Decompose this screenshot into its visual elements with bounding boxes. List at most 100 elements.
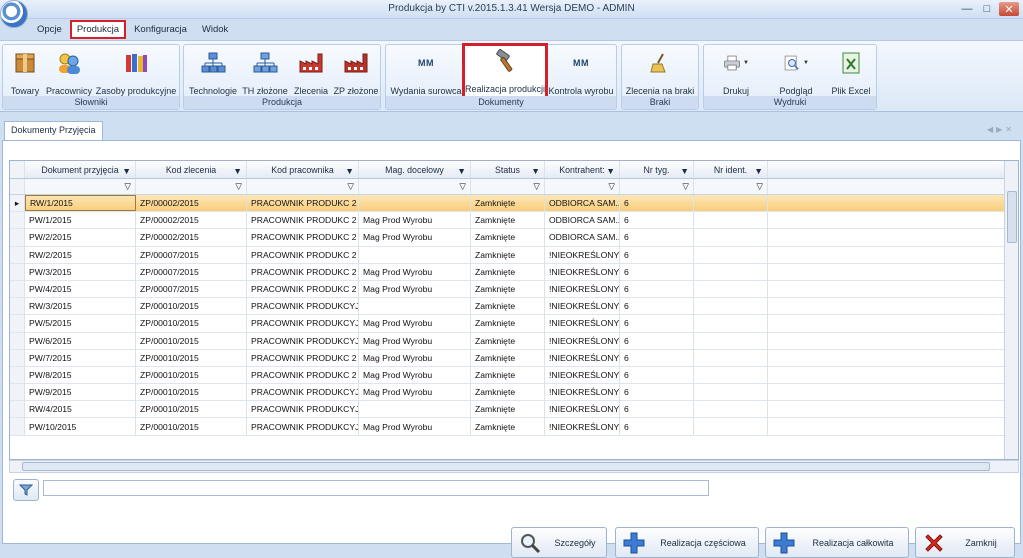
table-cell[interactable]: 6 — [620, 366, 694, 384]
maximize-button[interactable]: □ — [979, 2, 995, 16]
column-header-status[interactable]: Status ▼ — [471, 161, 545, 178]
filter-funnel-icon[interactable]: ▽ — [608, 181, 615, 192]
table-cell[interactable]: Mag Prod Wyrobu — [359, 229, 471, 246]
filter-funnel-icon[interactable]: ▽ — [347, 181, 354, 192]
column-filter-icon[interactable]: ▼ — [345, 166, 354, 176]
table-cell[interactable]: PRACOWNIK PRODUKCYJN — [247, 384, 359, 401]
menu-tab-produkcja[interactable]: Produkcja — [69, 20, 127, 39]
zlecenia-button[interactable]: Zlecenia — [292, 47, 330, 98]
table-cell[interactable]: Zamknięte — [471, 212, 545, 229]
column-filter-icon[interactable]: ▼ — [680, 166, 689, 176]
table-cell[interactable]: Zamknięte — [471, 332, 545, 349]
table-cell[interactable] — [359, 401, 471, 418]
table-cell[interactable]: ZP/00002/2015 — [136, 212, 247, 229]
table-cell[interactable] — [694, 229, 768, 246]
realizacja-calkowita-button[interactable]: Realizacja całkowita — [765, 527, 909, 558]
table-row[interactable]: PW/4/2015 ZP/00007/2015 PRACOWNIK PRODUKC … — [10, 280, 1018, 299]
filter-funnel-icon[interactable]: ▽ — [682, 181, 689, 192]
zamknij-button[interactable]: Zamknij — [915, 527, 1015, 558]
pracownicy-button[interactable]: Pracownicy — [45, 47, 93, 98]
app-logo-icon[interactable] — [0, 0, 28, 28]
table-cell[interactable] — [694, 212, 768, 229]
table-cell[interactable]: !NIEOKREŚLONY! — [545, 366, 620, 384]
table-cell[interactable]: Mag Prod Wyrobu — [359, 332, 471, 349]
filter-cell[interactable]: ▽ — [620, 179, 694, 194]
minimize-button[interactable]: — — [959, 2, 975, 16]
table-cell[interactable]: PRACOWNIK PRODUKC 2 — [247, 229, 359, 246]
table-cell[interactable]: ZP/00007/2015 — [136, 280, 247, 298]
column-filter-icon[interactable]: ▼ — [457, 166, 466, 176]
table-cell[interactable] — [694, 315, 768, 332]
table-cell[interactable]: 6 — [620, 401, 694, 418]
table-cell[interactable]: !NIEOKREŚLONY! — [545, 349, 620, 366]
tab-navigation-arrows[interactable]: ◀▶✕ — [987, 125, 1015, 134]
table-cell[interactable] — [694, 384, 768, 401]
plik-excel-button[interactable]: Plik Excel — [828, 47, 874, 98]
table-cell[interactable]: 6 — [620, 315, 694, 332]
table-cell[interactable]: ZP/00010/2015 — [136, 315, 247, 332]
table-cell[interactable] — [694, 366, 768, 384]
towary-button[interactable]: Towary — [7, 47, 43, 98]
table-cell[interactable]: Mag Prod Wyrobu — [359, 384, 471, 401]
table-cell[interactable]: Zamknięte — [471, 315, 545, 332]
table-cell[interactable]: 6 — [620, 384, 694, 401]
table-cell[interactable]: PRACOWNIK PRODUKC 2 — [247, 349, 359, 366]
table-cell[interactable]: ZP/00010/2015 — [136, 349, 247, 366]
table-cell[interactable] — [694, 298, 768, 315]
horizontal-scrollbar[interactable] — [9, 460, 1019, 473]
table-cell[interactable]: PRACOWNIK PRODUKC 2 — [247, 263, 359, 280]
filter-cell[interactable]: ▽ — [247, 179, 359, 194]
table-cell[interactable]: PRACOWNIK PRODUKCYJN — [247, 332, 359, 349]
table-cell[interactable]: 6 — [620, 418, 694, 435]
realizacja-produkcji-button[interactable]: Realizacja produkcji — [462, 43, 548, 102]
table-cell[interactable] — [359, 298, 471, 315]
table-cell[interactable]: PW/9/2015 — [25, 384, 136, 401]
table-cell[interactable]: PW/8/2015 — [25, 366, 136, 384]
filter-funnel-icon[interactable]: ▽ — [533, 181, 540, 192]
filter-input[interactable] — [43, 480, 709, 496]
column-header-nr-tyg[interactable]: Nr tyg. ▼ — [620, 161, 694, 178]
table-cell[interactable]: Mag Prod Wyrobu — [359, 280, 471, 298]
filter-funnel-icon[interactable]: ▽ — [459, 181, 466, 192]
table-cell[interactable]: RW/1/2015 — [25, 195, 136, 212]
th-zlozone-button[interactable]: TH złożone — [240, 47, 290, 98]
table-cell[interactable]: 6 — [620, 298, 694, 315]
table-cell[interactable]: Mag Prod Wyrobu — [359, 366, 471, 384]
table-cell[interactable]: PRACOWNIK PRODUKC 2 — [247, 366, 359, 384]
podglad-button[interactable]: ▼ Podgląd — [766, 47, 826, 98]
table-cell[interactable]: Zamknięte — [471, 263, 545, 280]
table-cell[interactable]: PRACOWNIK PRODUKCYJN — [247, 401, 359, 418]
column-filter-icon[interactable]: ▼ — [754, 166, 763, 176]
table-row[interactable]: PW/6/2015 ZP/00010/2015 PRACOWNIK PRODUKCY… — [10, 332, 1018, 350]
table-cell[interactable]: PW/10/2015 — [25, 418, 136, 435]
table-row[interactable]: PW/9/2015 ZP/00010/2015 PRACOWNIK PRODUKCY… — [10, 384, 1018, 402]
table-cell[interactable]: ZP/00010/2015 — [136, 384, 247, 401]
column-header-nr-ident[interactable]: Nr ident. ▼ — [694, 161, 768, 178]
filter-cell[interactable]: ▽ — [359, 179, 471, 194]
table-cell[interactable]: PRACOWNIK PRODUKC 2 — [247, 195, 359, 212]
horizontal-scroll-thumb[interactable] — [22, 462, 990, 471]
table-cell[interactable]: 6 — [620, 280, 694, 298]
table-cell[interactable]: Mag Prod Wyrobu — [359, 263, 471, 280]
table-cell[interactable]: !NIEOKREŚLONY! — [545, 384, 620, 401]
kontrola-wyrobu-button[interactable]: MM Kontrola wyrobu — [548, 47, 614, 98]
table-cell[interactable]: !NIEOKREŚLONY! — [545, 298, 620, 315]
table-cell[interactable] — [359, 246, 471, 263]
column-filter-icon[interactable]: ▼ — [531, 166, 540, 176]
table-cell[interactable]: 6 — [620, 229, 694, 246]
table-cell[interactable]: ZP/00007/2015 — [136, 246, 247, 263]
table-cell[interactable]: ODBIORCA SAM... — [545, 229, 620, 246]
filter-cell[interactable]: ▽ — [136, 179, 247, 194]
table-cell[interactable]: Mag Prod Wyrobu — [359, 212, 471, 229]
table-cell[interactable]: PW/5/2015 — [25, 315, 136, 332]
vertical-scrollbar[interactable] — [1004, 161, 1018, 459]
table-cell[interactable]: 6 — [620, 246, 694, 263]
table-cell[interactable]: Zamknięte — [471, 246, 545, 263]
column-header-dokument-przyjecia[interactable]: Dokument przyjęcia ▼ — [25, 161, 136, 178]
szczegoly-button[interactable]: Szczegóły — [511, 527, 607, 558]
table-row[interactable]: PW/2/2015 ZP/00002/2015 PRACOWNIK PRODUKC … — [10, 229, 1018, 247]
table-cell[interactable]: Zamknięte — [471, 384, 545, 401]
table-cell[interactable] — [694, 401, 768, 418]
column-header-kod-zlecenia[interactable]: Kod zlecenia ▼ — [136, 161, 247, 178]
column-filter-icon[interactable]: ▼ — [233, 166, 242, 176]
